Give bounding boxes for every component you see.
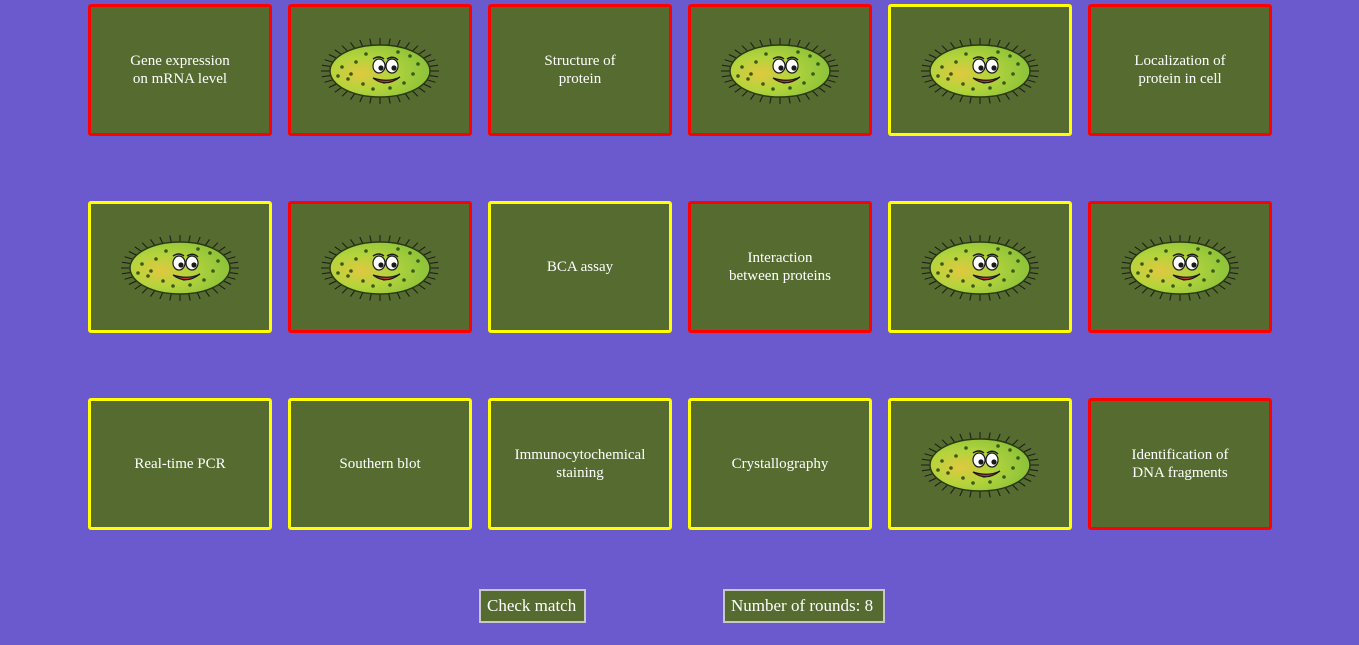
bacteria-icon bbox=[721, 38, 839, 104]
card-label: Gene expression on mRNA level bbox=[130, 53, 230, 87]
memory-card[interactable]: Immunocytochemical staining bbox=[488, 398, 672, 530]
memory-card[interactable]: Real-time PCR bbox=[88, 398, 272, 530]
check-match-button[interactable]: Check match bbox=[479, 589, 586, 623]
memory-card[interactable] bbox=[288, 201, 472, 333]
card-label: Southern blot bbox=[339, 456, 421, 472]
bacteria-icon bbox=[921, 432, 1039, 498]
memory-card[interactable] bbox=[888, 398, 1072, 530]
memory-card[interactable]: Identification of DNA fragments bbox=[1088, 398, 1272, 530]
card-label: Real-time PCR bbox=[134, 456, 226, 472]
card-label: Structure of protein bbox=[544, 53, 616, 87]
memory-card[interactable]: Structure of protein bbox=[488, 4, 672, 136]
memory-card[interactable]: Localization of protein in cell bbox=[1088, 4, 1272, 136]
card-label: Identification of DNA fragments bbox=[1131, 447, 1229, 481]
bacteria-icon bbox=[321, 235, 439, 301]
memory-card[interactable] bbox=[888, 4, 1072, 136]
card-label: BCA assay bbox=[546, 259, 614, 275]
memory-card[interactable] bbox=[1088, 201, 1272, 333]
memory-card[interactable]: Crystallography bbox=[688, 398, 872, 530]
card-label: Interaction between proteins bbox=[728, 250, 832, 284]
memory-card[interactable]: Interaction between proteins bbox=[688, 201, 872, 333]
memory-game-board: Gene expression on mRNA level Structure … bbox=[0, 0, 1359, 645]
memory-card[interactable] bbox=[88, 201, 272, 333]
memory-card[interactable]: Southern blot bbox=[288, 398, 472, 530]
rounds-counter: Number of rounds: 8 bbox=[723, 589, 885, 623]
card-label: Crystallography bbox=[731, 456, 829, 472]
bacteria-icon bbox=[321, 38, 439, 104]
bacteria-icon bbox=[921, 38, 1039, 104]
card-label: Immunocytochemical staining bbox=[514, 447, 646, 481]
memory-card[interactable]: BCA assay bbox=[488, 201, 672, 333]
bacteria-icon bbox=[121, 235, 239, 301]
memory-card[interactable] bbox=[288, 4, 472, 136]
memory-card[interactable] bbox=[688, 4, 872, 136]
card-label: Localization of protein in cell bbox=[1134, 53, 1226, 87]
memory-card[interactable]: Gene expression on mRNA level bbox=[88, 4, 272, 136]
memory-card[interactable] bbox=[888, 201, 1072, 333]
bacteria-icon bbox=[1121, 235, 1239, 301]
bacteria-icon bbox=[921, 235, 1039, 301]
